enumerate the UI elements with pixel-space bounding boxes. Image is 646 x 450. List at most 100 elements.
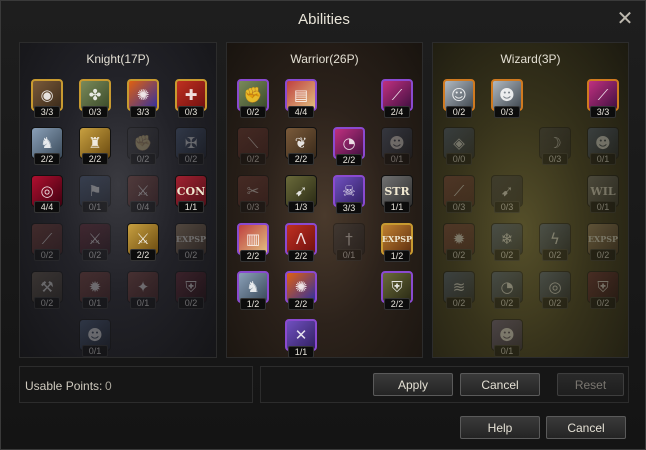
exp-label: EXP <box>175 234 195 244</box>
wizard-skill-sage-icon[interactable]: ☺ 0/2 <box>443 79 475 118</box>
warrior-skill-rune-icon[interactable]: ▤ 4/4 <box>285 79 317 118</box>
wizard-skill-vortex-icon[interactable]: ◎ 0/2 <box>539 271 571 309</box>
warrior-skill-charge-icon[interactable]: ➹ 1/3 <box>285 175 317 213</box>
skill-level: 0/2 <box>178 249 204 261</box>
skill-level: 2/2 <box>288 298 314 310</box>
wizard-skill-arrow-icon[interactable]: ➹ 0/3 <box>491 175 523 213</box>
wizard-skill-ward-icon[interactable]: ⛨ 0/2 <box>587 271 619 309</box>
skill-level: 0/4 <box>130 201 156 213</box>
wizard-skill-phantom-icon[interactable]: ☻ 0/1 <box>491 319 523 357</box>
skill-level: 0/3 <box>240 201 266 213</box>
skill-level: 0/2 <box>446 249 472 261</box>
close-icon[interactable]: ✕ <box>615 8 635 30</box>
warrior-skill-str-icon[interactable]: STR 1/1 <box>381 175 413 213</box>
knight-skill-blades-icon[interactable]: ⚔ 0/2 <box>79 223 111 261</box>
wizard-skill-water-icon[interactable]: ≋ 0/2 <box>443 271 475 309</box>
warrior-skill-skull-icon[interactable]: ☠ 3/3 <box>333 175 365 214</box>
skill-level: 0/1 <box>82 345 108 357</box>
skill-level: 0/3 <box>494 201 520 213</box>
warrior-skill-slash-icon[interactable]: ⟍ 0/2 <box>237 127 269 165</box>
knight-skill-strike-icon[interactable]: ✦ 0/1 <box>127 271 159 309</box>
sp-label: SP <box>400 234 413 244</box>
knight-skill-crossed-swords-icon[interactable]: ⚔ 2/2 <box>127 223 159 261</box>
knight-skill-rage-icon[interactable]: ✹ 0/1 <box>79 271 111 309</box>
knight-skill-flame-icon[interactable]: ✺ 3/3 <box>127 79 159 118</box>
knight-skill-shield-icon[interactable]: ◉ 3/3 <box>31 79 63 118</box>
warrior-skill-whirlwind-icon[interactable]: ✺ 2/2 <box>285 271 317 310</box>
knight-skill-clover-icon[interactable]: ✤ 0/3 <box>79 79 111 118</box>
usable-points-label: Usable Points: <box>25 379 103 393</box>
knight-skill-con-icon[interactable]: CON 1/1 <box>175 175 207 213</box>
warrior-skill-exp-sp-icon[interactable]: EXP SP 1/2 <box>381 223 413 262</box>
apply-button[interactable]: Apply <box>373 373 453 396</box>
skill-level: 0/2 <box>494 297 520 309</box>
wizard-skill-firebolt-icon[interactable]: ⟋ 0/3 <box>443 175 475 213</box>
warrior-skill-cleave-icon[interactable]: Λ 2/2 <box>285 223 317 262</box>
skill-level: 0/3 <box>446 201 472 213</box>
wizard-skill-lightning-icon[interactable]: ϟ 0/2 <box>539 223 571 261</box>
cancel-button[interactable]: Cancel <box>460 373 540 396</box>
skill-level: 2/2 <box>240 250 266 262</box>
skill-level: 0/1 <box>336 249 362 261</box>
wizard-skill-wil-icon[interactable]: WIL 0/1 <box>587 175 619 213</box>
warrior-skill-rend-icon[interactable]: ✂ 0/3 <box>237 175 269 213</box>
knight-skill-banner-icon[interactable]: ⚑ 0/1 <box>79 175 111 213</box>
knight-skill-cross-icon[interactable]: ✚ 0/3 <box>175 79 207 118</box>
skill-level: 0/1 <box>82 201 108 213</box>
knight-tree-title: Knight(17P) <box>86 52 150 66</box>
help-button[interactable]: Help <box>460 416 540 439</box>
warrior-skill-twin-blade-icon[interactable]: ✕ 1/1 <box>285 319 317 357</box>
exp-label: EXP <box>381 234 401 244</box>
wizard-skill-exp-sp-icon[interactable]: EXP SP 0/2 <box>587 223 619 261</box>
exp-label: EXP <box>587 234 607 244</box>
skill-level: 0/2 <box>590 297 616 309</box>
wizard-skill-shade-icon[interactable]: ☽ 0/3 <box>539 127 571 165</box>
knight-skill-emblem-icon[interactable]: ✠ 0/2 <box>175 127 207 165</box>
wizard-skill-mask-icon[interactable]: ☻ 0/3 <box>491 79 523 118</box>
reset-button[interactable]: Reset <box>557 373 624 396</box>
knight-skill-slash-icon[interactable]: ⟋ 0/2 <box>31 223 63 261</box>
skill-level: 3/3 <box>130 106 156 118</box>
warrior-skill-eagle-icon[interactable]: ❦ 2/2 <box>285 127 317 165</box>
skill-level: 2/2 <box>288 250 314 262</box>
knight-skill-claw-icon[interactable]: ⚔ 0/4 <box>127 175 159 213</box>
warrior-skill-tome-icon[interactable]: ▥ 2/2 <box>237 223 269 262</box>
knight-skill-helmet-icon[interactable]: ♜ 2/2 <box>79 127 111 165</box>
knight-skill-fist-icon[interactable]: ✊ 0/2 <box>127 127 159 165</box>
warrior-skill-blade-icon[interactable]: ⟋ 2/4 <box>381 79 413 118</box>
wizard-skill-specter-icon[interactable]: ☻ 0/1 <box>587 127 619 165</box>
warrior-skill-gauntlet-icon[interactable]: ✊ 0/2 <box>237 79 269 118</box>
skill-level: 0/2 <box>34 249 60 261</box>
cancel-window-button[interactable]: Cancel <box>546 416 626 439</box>
skill-level: 2/2 <box>130 249 156 261</box>
knight-tree: Knight(17P) ◉ 3/3 ✤ 0/3 ✺ 3/3 ✚ 0/3 ♞ 2/2 ♜ 2/… <box>19 42 217 358</box>
skill-level: 1/3 <box>288 201 314 213</box>
knight-skill-armor-icon[interactable]: ♞ 2/2 <box>31 127 63 165</box>
knight-skill-warrior-face-icon[interactable]: ☻ 0/1 <box>79 319 111 357</box>
skill-level: 0/1 <box>130 297 156 309</box>
skill-level: 0/2 <box>130 153 156 165</box>
warrior-skill-crest-icon[interactable]: ⛨ 2/2 <box>381 271 413 310</box>
warrior-tree-title: Warrior(26P) <box>290 52 359 66</box>
skill-level: 2/2 <box>336 154 362 166</box>
wizard-skill-swirl-icon[interactable]: ◔ 0/2 <box>491 271 523 309</box>
warrior-skill-spiral-icon[interactable]: ◔ 2/2 <box>333 127 365 166</box>
wizard-skill-orb-icon[interactable]: ◈ 0/0 <box>443 127 475 165</box>
knight-skill-guard-icon[interactable]: ⛨ 0/2 <box>175 271 207 309</box>
wizard-skill-burst-icon[interactable]: ✹ 0/2 <box>443 223 475 261</box>
skill-level: 1/1 <box>178 201 204 213</box>
knight-skill-vortex-icon[interactable]: ◎ 4/4 <box>31 175 63 213</box>
skill-level: 3/3 <box>336 202 362 214</box>
knight-skill-exp-sp-icon[interactable]: EXP SP 0/2 <box>175 223 207 261</box>
skill-level: 0/1 <box>384 153 410 165</box>
skill-level: 2/2 <box>82 153 108 165</box>
warrior-skill-sword-icon[interactable]: † 0/1 <box>333 223 365 261</box>
warrior-skill-knight-icon[interactable]: ♞ 1/2 <box>237 271 269 310</box>
skill-level: 0/1 <box>590 201 616 213</box>
skill-level: 1/1 <box>384 201 410 213</box>
knight-skill-hammer-icon[interactable]: ⚒ 0/2 <box>31 271 63 309</box>
wizard-skill-frost-icon[interactable]: ❄ 0/2 <box>491 223 523 261</box>
skill-level: 0/2 <box>34 297 60 309</box>
wizard-skill-blade-icon[interactable]: ⟋ 3/3 <box>587 79 619 118</box>
warrior-skill-helm-icon[interactable]: ☻ 0/1 <box>381 127 413 165</box>
